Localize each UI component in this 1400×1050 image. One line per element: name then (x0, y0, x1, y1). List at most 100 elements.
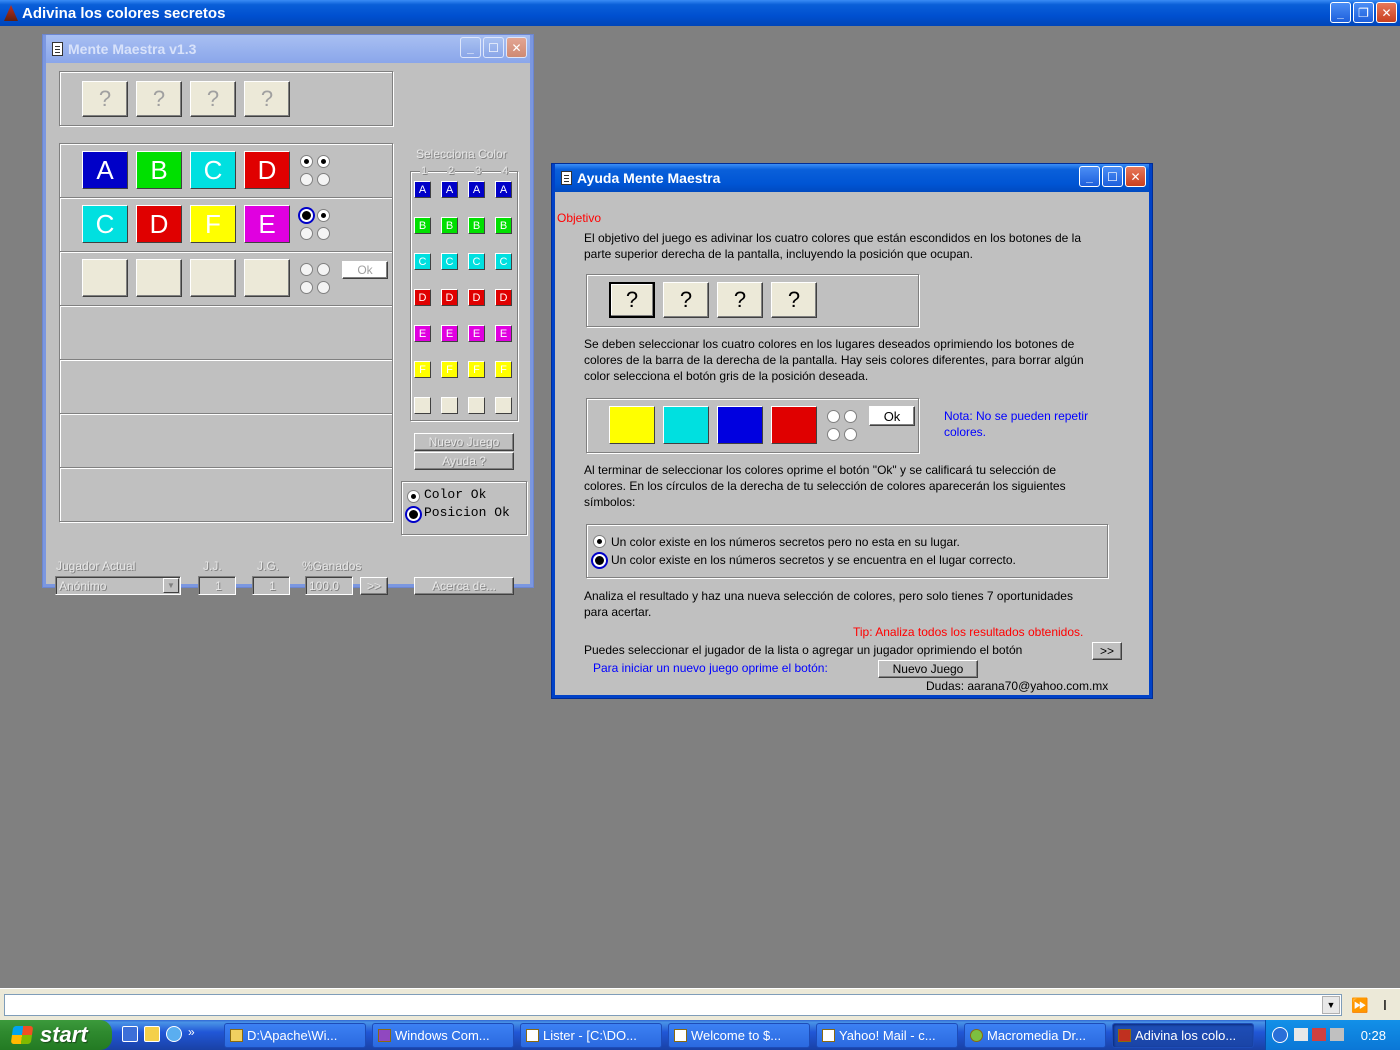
select-color-c-pos-1[interactable]: C (414, 253, 431, 270)
ayuda-button[interactable]: Ayuda ? (414, 452, 514, 470)
select-color-c-pos-2[interactable]: C (441, 253, 458, 270)
app-minimize-button[interactable]: _ (1330, 2, 1351, 23)
select-color-e-pos-3[interactable]: E (468, 325, 485, 342)
clear-pos-4-button[interactable] (495, 397, 512, 414)
guess-2-slot-2: D (136, 205, 182, 243)
help-color-ok-symbol (593, 535, 606, 548)
macromedia-icon (970, 1029, 983, 1042)
select-color-e-pos-1[interactable]: E (414, 325, 431, 342)
ok-button[interactable]: Ok (342, 261, 388, 279)
document-icon (822, 1029, 835, 1042)
select-color-d-pos-1[interactable]: D (414, 289, 431, 306)
selector-col-2: 2 (447, 165, 456, 177)
select-color-c-pos-4[interactable]: C (495, 253, 512, 270)
help-close-button[interactable]: ✕ (1125, 166, 1146, 187)
jugador-label: Jugador Actual (56, 559, 136, 573)
command-input[interactable]: ▼ (4, 994, 1342, 1016)
help-sample-cyan (663, 406, 709, 444)
system-tray: 0:28 (1265, 1020, 1400, 1050)
select-color-e-pos-4[interactable]: E (495, 325, 512, 342)
task-apache[interactable]: D:\Apache\Wi... (224, 1023, 366, 1048)
select-color-b-pos-3[interactable]: B (468, 217, 485, 234)
help-p2a: Se deben seleccionar los cuatro colores … (584, 337, 1075, 351)
network-icon[interactable] (1294, 1028, 1308, 1041)
select-color-f-pos-3[interactable]: F (468, 361, 485, 378)
help-p3c: símbolos: (584, 495, 636, 509)
select-color-c-pos-3[interactable]: C (468, 253, 485, 270)
start-button[interactable]: start (0, 1020, 112, 1050)
volume-icon[interactable] (1312, 1028, 1326, 1041)
app-restore-button[interactable]: ❐ (1353, 2, 1374, 23)
fast-forward-icon[interactable]: ⏩ (1350, 995, 1370, 1015)
document-icon (526, 1029, 539, 1042)
clear-pos-1-button[interactable] (414, 397, 431, 414)
tray-back-icon[interactable] (1272, 1027, 1288, 1043)
help-nuevo-juego-button: Nuevo Juego (878, 660, 978, 678)
safely-remove-icon[interactable] (1330, 1028, 1344, 1041)
select-color-d-pos-3[interactable]: D (468, 289, 485, 306)
help-tip: Tip: Analiza todos los resultados obteni… (853, 625, 1084, 639)
help-p4b: para acertar. (584, 605, 652, 619)
chevron-down-icon[interactable]: ▼ (1322, 996, 1340, 1014)
task-welcome[interactable]: Welcome to $... (668, 1023, 810, 1048)
guess-3-slot-2[interactable] (136, 259, 182, 297)
help-nota: Nota: No se pueden repetir colores. (944, 409, 1089, 439)
quick-launch-more[interactable]: » (188, 1026, 195, 1042)
internet-explorer-icon[interactable] (166, 1026, 182, 1042)
chevron-down-icon[interactable]: ▼ (163, 578, 179, 593)
game-maximize-button[interactable]: ☐ (483, 37, 504, 58)
acerca-button[interactable]: Acerca de... (414, 577, 514, 595)
select-color-d-pos-4[interactable]: D (495, 289, 512, 306)
selector-title: Selecciona Color (416, 147, 507, 161)
help-p3a: Al terminar de seleccionar los colores o… (584, 463, 1057, 477)
help-sample-blue (717, 406, 763, 444)
secret-slot-3: ? (190, 81, 236, 117)
help-minimize-button[interactable]: _ (1079, 166, 1100, 187)
select-color-e-pos-2[interactable]: E (441, 325, 458, 342)
task-adivina[interactable]: Adivina los colo... (1112, 1023, 1254, 1048)
help-secret-3: ? (717, 282, 763, 318)
guess-3-result (300, 263, 334, 297)
select-color-a-pos-4[interactable]: A (495, 181, 512, 198)
select-color-d-pos-2[interactable]: D (441, 289, 458, 306)
jugador-select[interactable]: Anónimo ▼ (55, 576, 181, 595)
task-lister[interactable]: Lister - [C:\DO... (520, 1023, 662, 1048)
text-cursor-icon[interactable]: I (1375, 995, 1395, 1015)
ganados-label: %Ganados (302, 559, 362, 573)
help-maximize-button[interactable]: ☐ (1102, 166, 1123, 187)
select-color-b-pos-2[interactable]: B (441, 217, 458, 234)
select-color-b-pos-1[interactable]: B (414, 217, 431, 234)
guess-3-slot-3[interactable] (190, 259, 236, 297)
jg-label: J.G. (257, 559, 280, 573)
guess-3-slot-4[interactable] (244, 259, 290, 297)
selector-col-4: 4 (501, 165, 510, 177)
game-body: ? ? ? ? A B C D C D F E Ok Selecciona Co… (46, 63, 530, 595)
clock: 0:28 (1360, 1027, 1386, 1043)
task-windows-com[interactable]: Windows Com... (372, 1023, 514, 1048)
app-close-button[interactable]: ✕ (1376, 2, 1397, 23)
add-player-button[interactable]: >> (360, 577, 388, 595)
select-color-a-pos-1[interactable]: A (414, 181, 431, 198)
nuevo-juego-button[interactable]: Nuevo Juego (414, 433, 514, 451)
task-yahoo-mail[interactable]: Yahoo! Mail - c... (816, 1023, 958, 1048)
select-color-f-pos-2[interactable]: F (441, 361, 458, 378)
select-color-f-pos-4[interactable]: F (495, 361, 512, 378)
select-color-a-pos-3[interactable]: A (468, 181, 485, 198)
help-sample-result (827, 410, 861, 444)
guess-3-slot-1[interactable] (82, 259, 128, 297)
game-close-button[interactable]: ✕ (506, 37, 527, 58)
task-macromedia[interactable]: Macromedia Dr... (964, 1023, 1106, 1048)
taskbar: start » D:\Apache\Wi... Windows Com... L… (0, 1020, 1400, 1050)
select-color-f-pos-1[interactable]: F (414, 361, 431, 378)
clear-pos-3-button[interactable] (468, 397, 485, 414)
outlook-icon[interactable] (144, 1026, 160, 1042)
select-color-b-pos-4[interactable]: B (495, 217, 512, 234)
select-color-a-pos-2[interactable]: A (441, 181, 458, 198)
clear-pos-2-button[interactable] (441, 397, 458, 414)
help-secret-2: ? (663, 282, 709, 318)
quick-launch: » (122, 1026, 195, 1042)
help-heading: Objetivo (557, 211, 602, 225)
game-minimize-button[interactable]: _ (460, 37, 481, 58)
show-desktop-icon[interactable] (122, 1026, 138, 1042)
selector-col-3: 3 (474, 165, 483, 177)
